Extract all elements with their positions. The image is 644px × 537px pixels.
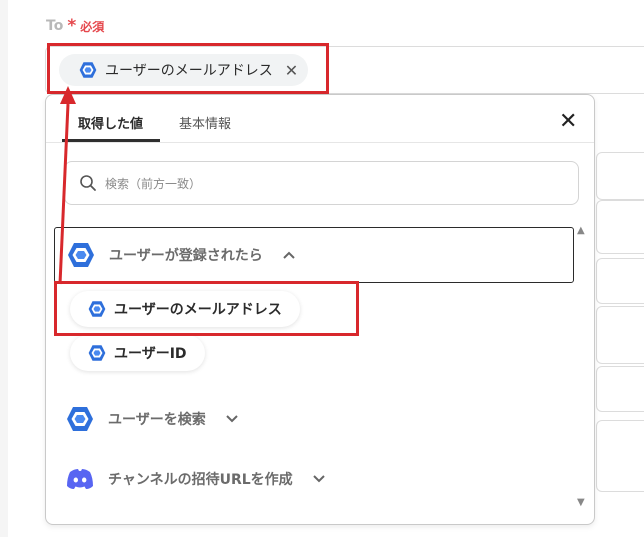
- chevron-up-icon: [283, 248, 295, 262]
- background-field-row: [596, 420, 644, 492]
- to-label-text: To: [46, 18, 64, 34]
- section-create-invite-url[interactable]: チャンネルの招待URLを作成: [54, 451, 574, 507]
- tab-bar: 取得した値 基本情報: [46, 95, 594, 143]
- background-field-row: [596, 152, 644, 200]
- gcp-hexagon-icon: [66, 405, 94, 433]
- active-tab-indicator: [62, 139, 160, 142]
- search-placeholder: 検索（前方一致）: [105, 176, 202, 191]
- background-field-row: [596, 366, 644, 412]
- result-user-id[interactable]: ユーザーID: [70, 335, 205, 371]
- chevron-down-icon: [226, 412, 238, 426]
- required-text: 必須: [80, 19, 105, 34]
- gcp-hexagon-icon: [67, 241, 95, 269]
- section-label: ユーザーが登録されたら: [109, 248, 263, 264]
- scroll-down-arrow-icon[interactable]: ▼: [577, 497, 585, 508]
- gcp-hexagon-icon: [88, 344, 106, 362]
- section-label: チャンネルの招待URLを作成: [108, 472, 293, 488]
- highlight-box-result: [54, 281, 359, 336]
- section-user-search[interactable]: ユーザーを検索: [54, 391, 574, 447]
- background-field-row: [596, 306, 644, 364]
- tab-basic-info[interactable]: 基本情報: [179, 113, 231, 132]
- background-field-row: [596, 258, 644, 304]
- section-user-registered[interactable]: ユーザーが登録されたら: [54, 227, 574, 283]
- chevron-down-icon: [312, 472, 325, 486]
- highlight-box-selected: [47, 43, 329, 94]
- tab-acquired-values[interactable]: 取得した値: [78, 113, 143, 132]
- to-field-label: To * 必須: [46, 16, 104, 36]
- close-icon[interactable]: ✕: [559, 109, 577, 134]
- discord-icon: [67, 469, 93, 489]
- scroll-up-arrow-icon[interactable]: ▲: [577, 225, 585, 236]
- search-icon: [80, 175, 96, 191]
- search-field[interactable]: 検索（前方一致）: [64, 161, 579, 205]
- background-field-row: [596, 200, 644, 254]
- result-label: ユーザーID: [114, 346, 187, 362]
- section-label: ユーザーを検索: [108, 412, 206, 428]
- required-star: *: [67, 16, 77, 36]
